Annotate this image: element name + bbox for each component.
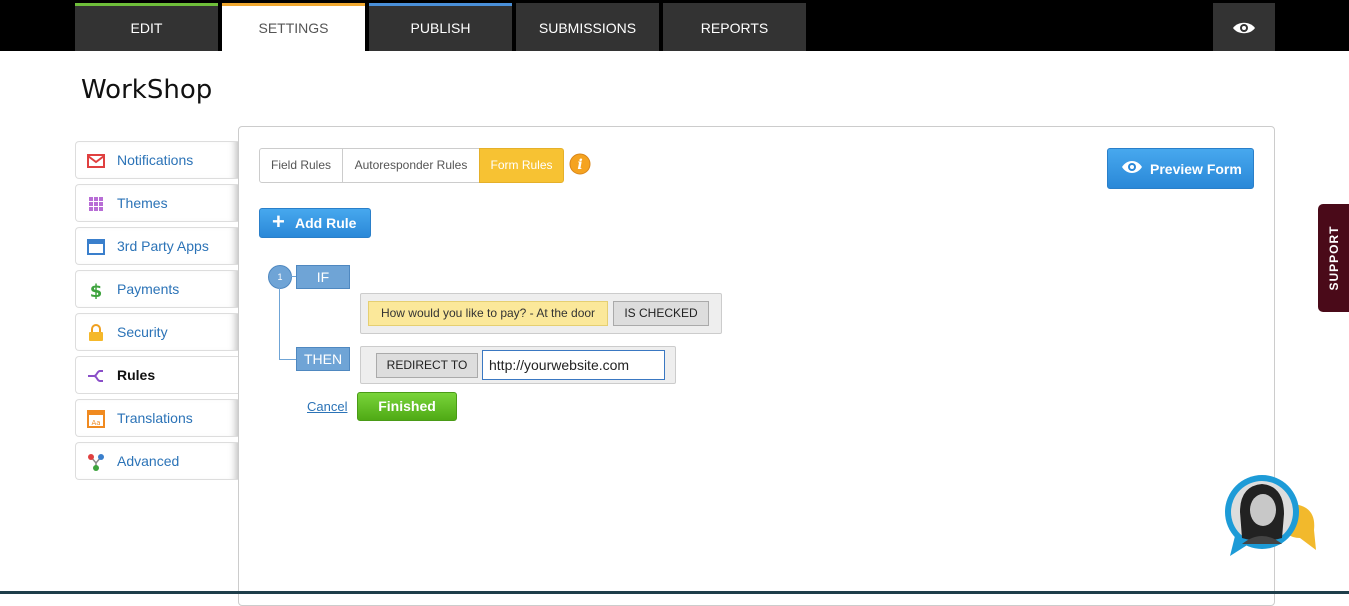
svg-text:Aa: Aa [91,419,100,427]
window-icon [87,239,105,255]
redirect-url-input[interactable] [482,350,665,380]
plus-icon: + [272,209,285,234]
connector-line [279,288,280,360]
svg-text:i: i [577,157,582,173]
preview-tab[interactable] [1213,3,1275,51]
tab-settings[interactable]: SETTINGS [222,3,365,51]
support-label: SUPPORT [1326,225,1341,291]
tab-reports[interactable]: REPORTS [663,3,806,51]
tab-edit[interactable]: EDIT [75,3,218,51]
sidebar-item-label: Rules [117,367,156,383]
sidebar-item-label: 3rd Party Apps [117,238,209,254]
svg-text:$: $ [90,281,103,299]
sidebar-item-label: Advanced [117,453,180,469]
sidebar-item-label: Notifications [117,152,194,168]
lock-icon [89,324,103,341]
eye-icon [1233,22,1255,34]
cancel-link[interactable]: Cancel [307,399,347,414]
tab-stripe [369,3,512,6]
sidebar-item-payments[interactable]: $ Payments [75,270,238,308]
eye-icon [1122,161,1142,173]
sidebar-item-themes[interactable]: Themes [75,184,238,222]
translate-icon: Aa [87,410,105,428]
tab-label: PUBLISH [410,20,471,36]
finished-button[interactable]: Finished [357,392,457,421]
tab-label: Form Rules [490,158,553,172]
sidebar-item-label: Security [117,324,168,340]
live-chat-avatar[interactable] [1222,472,1322,562]
tab-field-rules[interactable]: Field Rules [259,148,343,183]
sidebar-item-3rd-party-apps[interactable]: 3rd Party Apps [75,227,238,265]
add-rule-label: Add Rule [295,215,357,231]
sidebar-item-label: Translations [117,410,193,426]
then-label: THEN [296,347,350,371]
sidebar-item-advanced[interactable]: Advanced [75,442,238,480]
tab-stripe [75,3,218,6]
tab-label: Autoresponder Rules [354,158,468,172]
chat-avatar-icon [1225,475,1316,556]
dollar-icon: $ [90,281,103,299]
sidebar-item-rules[interactable]: Rules [75,356,239,394]
tab-stripe [222,3,365,6]
tab-autoresponder-rules[interactable]: Autoresponder Rules [342,148,480,183]
grid-icon [89,197,103,211]
sidebar-item-translations[interactable]: Aa Translations [75,399,238,437]
if-label: IF [296,265,350,289]
envelope-icon [87,154,105,168]
tab-label: SETTINGS [258,20,329,36]
sidebar-item-notifications[interactable]: Notifications [75,141,238,179]
sidebar-item-label: Payments [117,281,180,297]
tab-form-rules[interactable]: Form Rules [479,148,564,183]
support-tab[interactable]: SUPPORT [1318,204,1349,312]
tab-label: EDIT [130,20,163,36]
tab-label: SUBMISSIONS [538,20,637,36]
condition-field-chip[interactable]: How would you like to pay? - At the door [368,301,608,326]
tab-publish[interactable]: PUBLISH [369,3,512,51]
branch-icon [88,370,103,382]
sidebar-item-security[interactable]: Security [75,313,238,351]
condition-operator-chip[interactable]: IS CHECKED [613,301,709,326]
page-title: WorkShop [81,75,213,105]
rule-number-badge: 1 [268,265,292,289]
tab-submissions[interactable]: SUBMISSIONS [516,3,659,51]
network-icon [88,454,104,471]
tab-label: REPORTS [700,20,769,36]
preview-form-label: Preview Form [1150,161,1242,177]
add-rule-button[interactable]: + Add Rule [259,208,371,238]
info-icon[interactable]: i [569,153,591,175]
connector-line [279,359,297,360]
action-type-chip[interactable]: REDIRECT TO [376,353,478,378]
tab-label: Field Rules [270,158,332,172]
sidebar-item-label: Themes [117,195,168,211]
preview-form-button[interactable]: Preview Form [1107,148,1254,189]
